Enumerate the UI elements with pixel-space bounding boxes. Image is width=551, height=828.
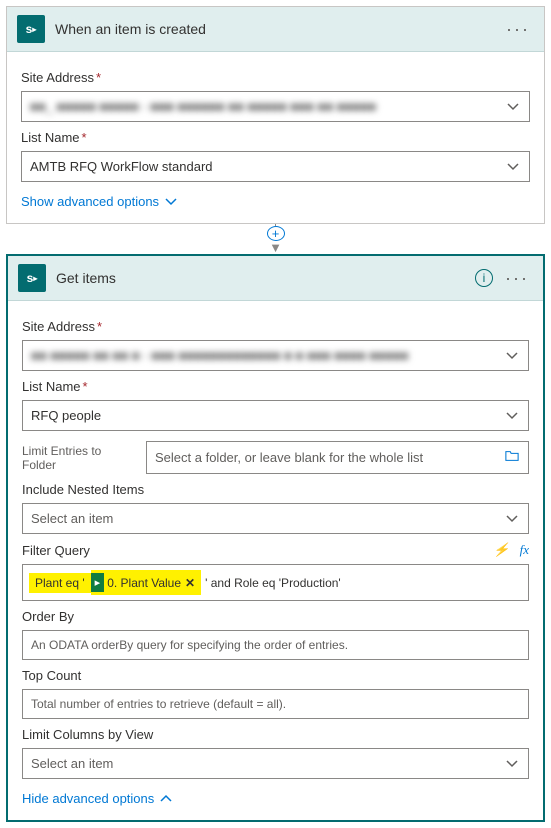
orderby-input[interactable]: An ODATA orderBy query for specifying th… (22, 630, 529, 660)
chevron-up-icon (160, 793, 172, 805)
action-menu-button[interactable]: ··· (501, 274, 533, 282)
action-title: Get items (56, 270, 475, 286)
sharepoint-icon: s▸ (18, 264, 46, 292)
list-name-value: AMTB RFQ WorkFlow standard (30, 159, 501, 174)
dynamic-content-icon[interactable]: ⚡ (493, 542, 509, 558)
trigger-header[interactable]: s▸ When an item is created ··· (7, 7, 544, 52)
list-name-value: RFQ people (31, 408, 500, 423)
chevron-down-icon (506, 513, 520, 525)
expression-icon[interactable]: fx (520, 542, 529, 558)
limitcol-label: Limit Columns by View (22, 727, 529, 742)
action-card: s▸ Get items i ··· Site Address* ■■ ■■■■… (6, 254, 545, 822)
folder-placeholder: Select a folder, or leave blank for the … (155, 450, 498, 465)
action-header[interactable]: s▸ Get items i ··· (8, 256, 543, 301)
filter-label: Filter Query (22, 543, 90, 558)
site-address-dropdown[interactable]: ■■ ■■■■■ ■■ ■■ ■ - ■■■ ■■■■■■■■■■■■■ ■ ■… (22, 340, 529, 371)
site-address-label: Site Address* (22, 319, 529, 334)
show-advanced-link[interactable]: Show advanced options (21, 194, 530, 209)
list-name-dropdown[interactable]: RFQ people (22, 400, 529, 431)
action-body: Site Address* ■■ ■■■■■ ■■ ■■ ■ - ■■■ ■■■… (8, 301, 543, 820)
nested-placeholder: Select an item (31, 511, 500, 526)
list-name-label: List Name* (21, 130, 530, 145)
site-address-value: ■■_ ■■■■■ ■■■■■ - ■■■ ■■■■■■ ■■ ■■■■■ ■■… (30, 99, 501, 114)
filter-prefix-token: Plant eq ' (29, 573, 91, 593)
sharepoint-icon: s▸ (17, 15, 45, 43)
arrow-down-icon: ▼ (269, 241, 282, 254)
limitcol-placeholder: Select an item (31, 756, 500, 771)
filter-query-input[interactable]: Plant eq ' ▸ 0. Plant Value ✕ ' and Role… (22, 564, 529, 601)
chevron-down-icon (506, 410, 520, 422)
site-address-dropdown[interactable]: ■■_ ■■■■■ ■■■■■ - ■■■ ■■■■■■ ■■ ■■■■■ ■■… (21, 91, 530, 122)
topcount-input[interactable]: Total number of entries to retrieve (def… (22, 689, 529, 719)
folder-label: Limit Entries to Folder (22, 444, 134, 472)
limitcol-dropdown[interactable]: Select an item (22, 748, 529, 779)
chevron-down-icon (506, 350, 520, 362)
trigger-title: When an item is created (55, 21, 502, 37)
list-name-label: List Name* (22, 379, 529, 394)
hide-advanced-link[interactable]: Hide advanced options (22, 791, 529, 806)
add-step-button[interactable]: + (267, 226, 285, 241)
remove-token-icon[interactable]: ✕ (185, 576, 195, 590)
info-icon[interactable]: i (475, 269, 493, 287)
trigger-body: Site Address* ■■_ ■■■■■ ■■■■■ - ■■■ ■■■■… (7, 52, 544, 223)
folder-input[interactable]: Select a folder, or leave blank for the … (146, 441, 529, 474)
site-address-label: Site Address* (21, 70, 530, 85)
topcount-placeholder: Total number of entries to retrieve (def… (31, 697, 520, 711)
site-address-value: ■■ ■■■■■ ■■ ■■ ■ - ■■■ ■■■■■■■■■■■■■ ■ ■… (31, 348, 500, 363)
nested-label: Include Nested Items (22, 482, 529, 497)
chevron-down-icon (507, 161, 521, 173)
folder-picker-icon[interactable] (504, 449, 520, 466)
chevron-down-icon (165, 196, 177, 208)
filter-suffix-text: ' and Role eq 'Production' (205, 576, 341, 590)
trigger-card: s▸ When an item is created ··· Site Addr… (6, 6, 545, 224)
orderby-placeholder: An ODATA orderBy query for specifying th… (31, 638, 520, 652)
list-name-dropdown[interactable]: AMTB RFQ WorkFlow standard (21, 151, 530, 182)
chevron-down-icon (506, 758, 520, 770)
orderby-label: Order By (22, 609, 529, 624)
filter-dynamic-token[interactable]: ▸ 0. Plant Value ✕ (91, 570, 201, 595)
chevron-down-icon (507, 101, 521, 113)
flow-connector: + ▼ (6, 224, 545, 254)
sharepoint-token-icon: ▸ (91, 573, 105, 592)
trigger-menu-button[interactable]: ··· (502, 25, 534, 33)
nested-dropdown[interactable]: Select an item (22, 503, 529, 534)
topcount-label: Top Count (22, 668, 529, 683)
